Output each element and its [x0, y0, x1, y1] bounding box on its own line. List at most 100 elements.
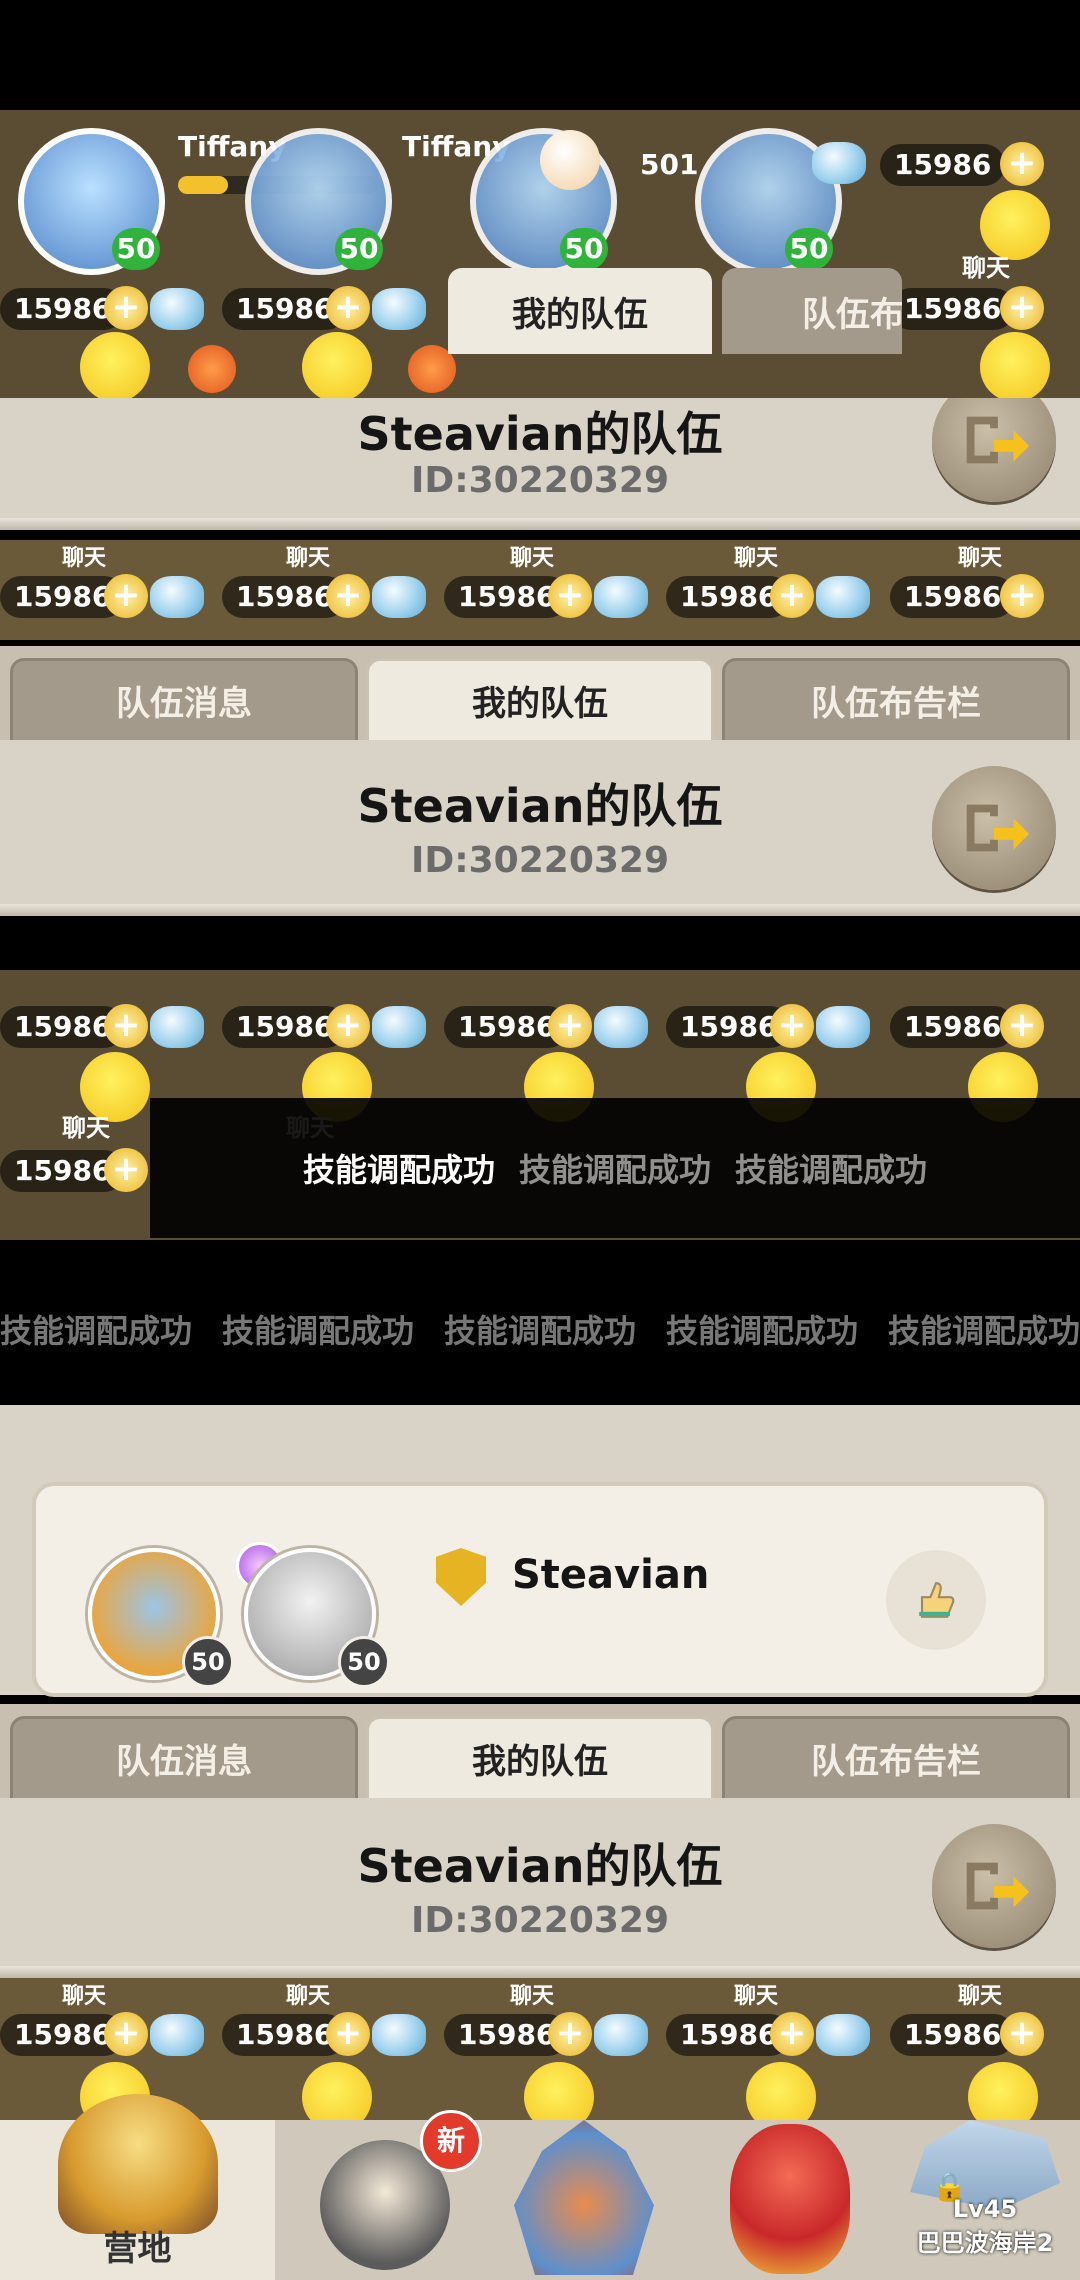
team-title: Steavian的队伍	[357, 407, 723, 461]
leader-shield-icon	[436, 1548, 486, 1606]
toast-echo-band: 技能调配成功 技能调配成功 技能调配成功 技能调配成功 技能调配成功	[0, 1240, 1080, 1405]
gem-icon	[150, 2014, 204, 2056]
add-gem-button: +	[104, 1148, 148, 1192]
add-gem-button: +	[770, 574, 814, 618]
tab-team-messages[interactable]: 队伍消息	[10, 1716, 358, 1798]
chat-icon	[302, 332, 372, 400]
add-gem-button: +	[104, 574, 148, 618]
member-name: Steavian	[512, 1552, 710, 1598]
add-gem-button: +	[770, 1004, 814, 1048]
chat-label: 聊天	[62, 546, 107, 571]
exit-arrow-icon	[966, 416, 1030, 464]
nav-camp[interactable]: 营地	[0, 2094, 275, 2280]
add-gem-button[interactable]: +	[104, 286, 148, 330]
add-gem-button[interactable]: +	[326, 286, 370, 330]
pearl-icon	[540, 130, 600, 190]
team-header-panel: Steavian的队伍 ID:30220329	[0, 1798, 1080, 1978]
nav-pet[interactable]	[490, 2120, 680, 2280]
level-badge: 50	[112, 228, 160, 270]
gem-icon	[372, 1006, 426, 1048]
add-gem-button[interactable]: +	[1000, 142, 1044, 186]
tab-my-team-echo: 我的队伍	[448, 268, 712, 354]
chat-label: 聊天	[510, 1984, 555, 2009]
add-gem-button: +	[548, 2012, 592, 2056]
add-gem-button: +	[326, 2012, 370, 2056]
chat-icon	[980, 332, 1050, 400]
team-id: ID:30220329	[410, 460, 670, 501]
chat-label: 聊天	[510, 546, 555, 571]
gem-icon	[372, 288, 426, 330]
camp-icon	[58, 2094, 218, 2234]
exit-arrow-icon	[966, 804, 1030, 852]
chat-label: 聊天	[286, 1984, 331, 2009]
add-gem-button: +	[548, 574, 592, 618]
chat-label: 聊天	[286, 546, 331, 571]
chat-label: 聊天	[734, 1984, 779, 2009]
gem-icon	[594, 576, 648, 618]
gem-icon	[816, 576, 870, 618]
team-header-panel: Steavian的队伍 ID:30220329	[0, 740, 1080, 916]
tab-my-team[interactable]: 我的队伍	[366, 658, 714, 740]
level-badge-echo: 50	[335, 228, 383, 270]
gem-count: 15986	[880, 144, 1006, 186]
gem-icon	[150, 1006, 204, 1048]
toast-message-echo: 技能调配成功	[735, 1151, 928, 1189]
like-button[interactable]	[886, 1550, 986, 1650]
gem-count: 15986	[890, 576, 1016, 618]
level-badge-echo: 50	[785, 228, 833, 270]
toast-message-echo: 技能调配成功	[666, 1312, 859, 1350]
dragon-icon	[730, 2124, 850, 2274]
toast-message-echo: 技能调配成功	[888, 1312, 1080, 1350]
tab-team-messages[interactable]: 队伍消息	[10, 658, 358, 740]
pearl-count: 501	[640, 148, 699, 181]
tab-team-bulletin[interactable]: 队伍布告栏	[722, 658, 1070, 740]
add-gem-button: +	[104, 1004, 148, 1048]
toast-message-echo: 技能调配成功	[518, 1151, 711, 1189]
nav-dragon[interactable]	[700, 2120, 890, 2280]
add-gem-button: +	[1000, 1004, 1044, 1048]
chat-label: 聊天	[62, 1984, 107, 2009]
toast-message-echo: 技能调配成功	[222, 1312, 415, 1350]
tab-bulletin-echo: 队伍布告栏	[722, 268, 902, 354]
team-id: ID:30220329	[410, 1900, 670, 1941]
chat-label[interactable]: 聊天	[962, 248, 1010, 283]
level-badge-echo: 50	[560, 228, 608, 270]
add-gem-button[interactable]: +	[1000, 286, 1044, 330]
gem-icon	[150, 288, 204, 330]
coin-icon	[188, 345, 236, 393]
add-gem-button: +	[326, 574, 370, 618]
nav-locked-area[interactable]: 🔒 Lv45 巴巴波海岸2	[890, 2120, 1080, 2280]
chat-icon	[80, 332, 150, 400]
gem-icon	[150, 576, 204, 618]
gem-icon	[816, 2014, 870, 2056]
gem-icon	[594, 2014, 648, 2056]
team-id: ID:30220329	[410, 840, 670, 881]
locked-level: Lv45	[952, 2195, 1018, 2223]
leave-team-button[interactable]	[932, 1824, 1056, 1948]
chat-label: 聊天	[958, 1984, 1003, 2009]
gem-count: 15986	[890, 288, 1016, 330]
exit-arrow-icon	[966, 1862, 1030, 1910]
member-card[interactable]: 50 50 Steavian	[32, 1482, 1048, 1697]
team-header-panel: Steavian的队伍 ID:30220329	[0, 398, 1080, 530]
nav-hero[interactable]: 新	[290, 2110, 482, 2280]
skill-toast: 技能调配成功 技能调配成功 技能调配成功	[150, 1098, 1080, 1238]
totem-icon	[514, 2120, 654, 2275]
toast-message-echo: 技能调配成功	[444, 1312, 637, 1350]
leave-team-button[interactable]	[932, 766, 1056, 890]
gem-icon	[816, 1006, 870, 1048]
locked-area-label: 巴巴波海岸2	[916, 2229, 1054, 2257]
team-title: Steavian的队伍	[357, 779, 723, 833]
gem-count: 15986	[890, 2014, 1016, 2056]
chat-icon	[524, 2062, 594, 2120]
tab-my-team[interactable]: 我的队伍	[366, 1716, 714, 1798]
nav-camp-label: 营地	[103, 2229, 172, 2269]
gem-icon	[594, 1006, 648, 1048]
tab-team-bulletin[interactable]: 队伍布告栏	[722, 1716, 1070, 1798]
hud-glitch-strip: 15986 + 15986 + 15986 + 15986 + 15986 + …	[0, 540, 1080, 640]
gem-icon	[372, 2014, 426, 2056]
team-tabs: 队伍消息 我的队伍 队伍布告栏	[0, 646, 1080, 740]
chat-label: 聊天	[62, 1114, 110, 1142]
gem-icon	[372, 576, 426, 618]
toast-message: 技能调配成功	[302, 1151, 495, 1189]
